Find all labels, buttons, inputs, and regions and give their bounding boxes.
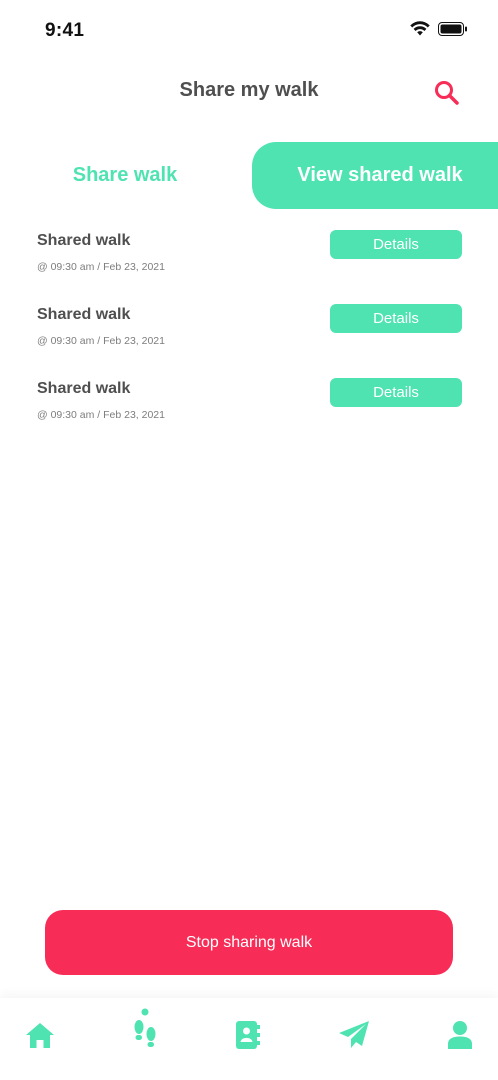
nav-home[interactable] — [23, 1018, 57, 1052]
nav-profile[interactable] — [443, 1018, 477, 1052]
details-button[interactable]: Details — [330, 304, 462, 333]
list-item: Shared walk @ 09:30 am / Feb 23, 2021 De… — [0, 376, 498, 450]
profile-icon — [448, 1021, 472, 1049]
walk-title: Shared walk — [37, 380, 131, 397]
list-item: Shared walk @ 09:30 am / Feb 23, 2021 De… — [0, 228, 498, 302]
walk-time: @ 09:30 am / Feb 23, 2021 — [37, 335, 165, 347]
battery-icon — [438, 21, 467, 36]
search-icon — [435, 81, 459, 105]
walk-title: Shared walk — [37, 232, 131, 249]
stop-sharing-button[interactable]: Stop sharing walk — [45, 910, 453, 975]
list-item: Shared walk @ 09:30 am / Feb 23, 2021 De… — [0, 302, 498, 376]
details-button[interactable]: Details — [330, 230, 462, 259]
header: Share my walk — [0, 66, 498, 118]
send-icon — [339, 1021, 369, 1048]
nav-walk[interactable] — [128, 1008, 162, 1048]
tab-bar-top: Share walk View shared walk — [0, 142, 498, 209]
status-icons — [410, 21, 468, 36]
footsteps-icon — [134, 1008, 156, 1047]
contacts-icon — [236, 1021, 260, 1049]
walk-time: @ 09:30 am / Feb 23, 2021 — [37, 261, 165, 273]
status-bar: 9:41 — [0, 0, 498, 60]
home-icon — [26, 1023, 54, 1048]
nav-send[interactable] — [337, 1018, 371, 1052]
wifi-icon — [410, 21, 430, 36]
tab-view-shared-walk[interactable]: View shared walk — [252, 142, 498, 209]
nav-contacts[interactable] — [231, 1018, 265, 1052]
details-button[interactable]: Details — [330, 378, 462, 407]
page-title: Share my walk — [179, 79, 319, 101]
bottom-nav — [0, 998, 498, 1080]
walk-list: Shared walk @ 09:30 am / Feb 23, 2021 De… — [0, 228, 498, 450]
walk-title: Shared walk — [37, 306, 131, 323]
tab-share-walk[interactable]: Share walk — [0, 142, 250, 209]
search-button[interactable] — [432, 78, 462, 108]
walk-time: @ 09:30 am / Feb 23, 2021 — [37, 409, 165, 421]
status-time: 9:41 — [45, 20, 85, 41]
